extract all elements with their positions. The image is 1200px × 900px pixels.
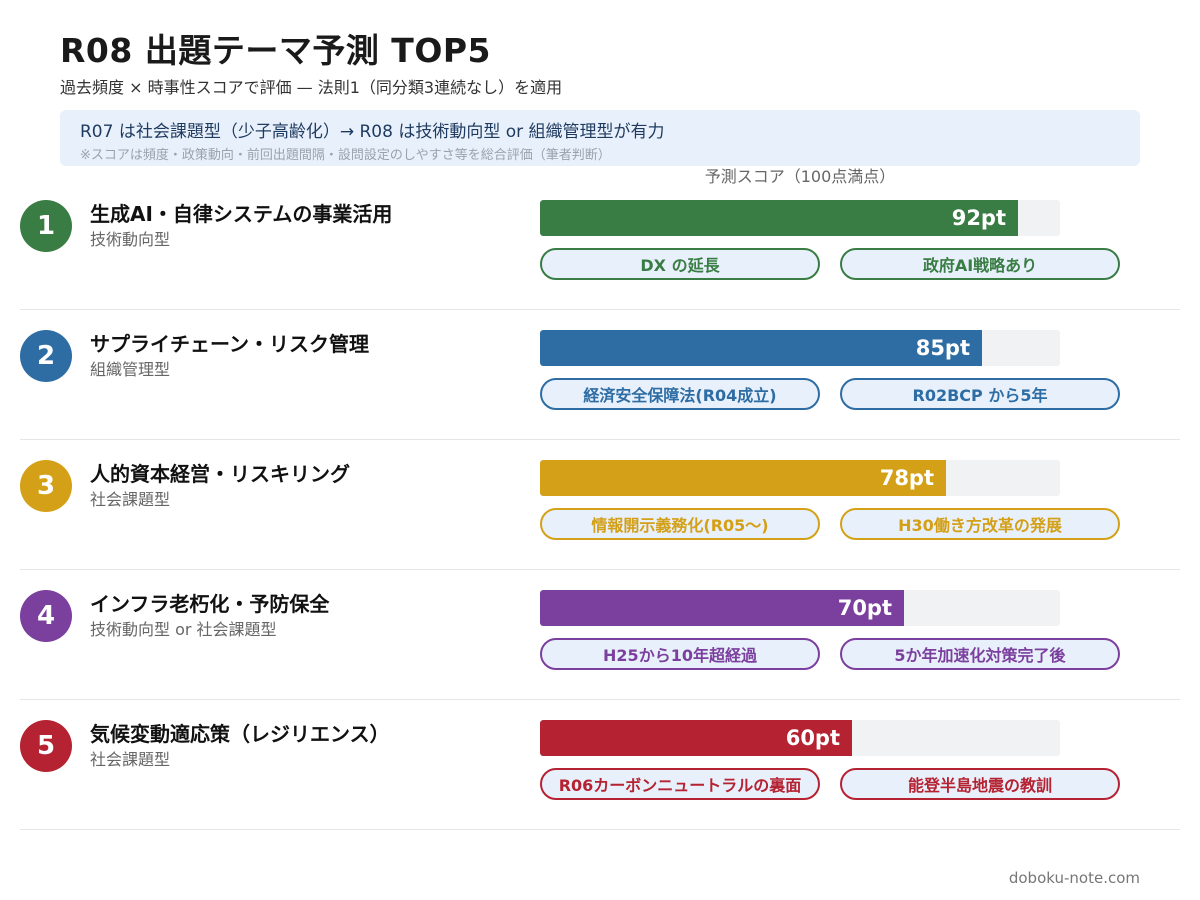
reason-tag: 能登半島地震の教訓	[840, 768, 1120, 800]
reason-tag: H25から10年超経過	[540, 638, 820, 670]
note-box: R07 は社会課題型（少子高齢化）→ R08 は技術動向型 or 組織管理型が有…	[60, 110, 1140, 166]
ranking-row: 5 気候変動適応策（レジリエンス） 社会課題型 60pt R06カーボンニュートラルの裏…	[0, 700, 1200, 830]
ranking-row: 4 インフラ老朽化・予防保全技術動向型 or 社会課題型 70pt H25から10年超…	[0, 570, 1200, 700]
theme-category: 社会課題型	[90, 490, 171, 509]
score-value-label: 60pt	[785, 726, 840, 750]
reason-tag: H30働き方改革の発展	[840, 508, 1120, 540]
row-divider	[20, 829, 1180, 830]
reason-tag: 経済安全保障法(R04成立)	[540, 378, 820, 410]
theme-name: サプライチェーン・リスク管理	[90, 332, 369, 356]
score-bar-track: 92pt	[540, 200, 1060, 236]
score-bar: 70pt	[540, 590, 904, 626]
reason-tag: R06カーボンニュートラルの裏面	[540, 768, 820, 800]
note-sub-text: ※スコアは頻度・政策動向・前回出題間隔・設問設定のしやすさ等を総合評価（筆者判断…	[80, 148, 611, 163]
score-bar: 92pt	[540, 200, 1018, 236]
rank-badge: 1	[20, 200, 72, 252]
ranking-row: 2 サプライチェーン・リスク管理組織管理型 85pt 経済安全保障法(R04成立) R0…	[0, 310, 1200, 440]
reason-tag: R02BCP から5年	[840, 378, 1120, 410]
ranking-row: 3 人的資本経営・リスキリング社会課題型 78pt 情報開示義務化(R05〜) H30働…	[0, 440, 1200, 570]
theme-category: 組織管理型	[90, 360, 171, 379]
page-title: R08 出題テーマ予測 TOP5	[60, 31, 492, 70]
theme-name: 人的資本経営・リスキリング	[90, 462, 350, 486]
theme-name: 生成AI・自律システムの事業活用	[90, 202, 393, 226]
score-value-label: 85pt	[915, 336, 970, 360]
rank-badge: 3	[20, 460, 72, 512]
theme-category: 技術動向型 or 社会課題型	[90, 620, 277, 639]
score-value-label: 78pt	[879, 466, 934, 490]
score-bar-track: 70pt	[540, 590, 1060, 626]
rank-badge: 4	[20, 590, 72, 642]
score-bar: 85pt	[540, 330, 982, 366]
reason-tag: DX の延長	[540, 248, 820, 280]
score-bar: 78pt	[540, 460, 946, 496]
score-value-label: 92pt	[951, 206, 1006, 230]
theme-name: 気候変動適応策（レジリエンス）	[90, 722, 390, 746]
theme-category: 社会課題型	[90, 750, 171, 769]
score-bar-track: 78pt	[540, 460, 1060, 496]
reason-tag: 政府AI戦略あり	[840, 248, 1120, 280]
theme-category: 技術動向型	[90, 230, 171, 249]
score-bar-track: 60pt	[540, 720, 1060, 756]
page-subtitle: 過去頻度 × 時事性スコアで評価 — 法則1（同分類3連続なし）を適用	[60, 78, 563, 97]
note-main-text: R07 は社会課題型（少子高齢化）→ R08 は技術動向型 or 組織管理型が有…	[80, 122, 665, 142]
reason-tag: 情報開示義務化(R05〜)	[540, 508, 820, 540]
rank-badge: 5	[20, 720, 72, 772]
ranking-row: 1 生成AI・自律システムの事業活用技術動向型 92pt DX の延長 政府AI戦略あり	[0, 180, 1200, 310]
score-bar-track: 85pt	[540, 330, 1060, 366]
rank-badge: 2	[20, 330, 72, 382]
footer-site: doboku-note.com	[1008, 869, 1140, 887]
reason-tag: 5か年加速化対策完了後	[840, 638, 1120, 670]
score-value-label: 70pt	[837, 596, 892, 620]
theme-name: インフラ老朽化・予防保全	[90, 592, 330, 616]
score-bar: 60pt	[540, 720, 852, 756]
